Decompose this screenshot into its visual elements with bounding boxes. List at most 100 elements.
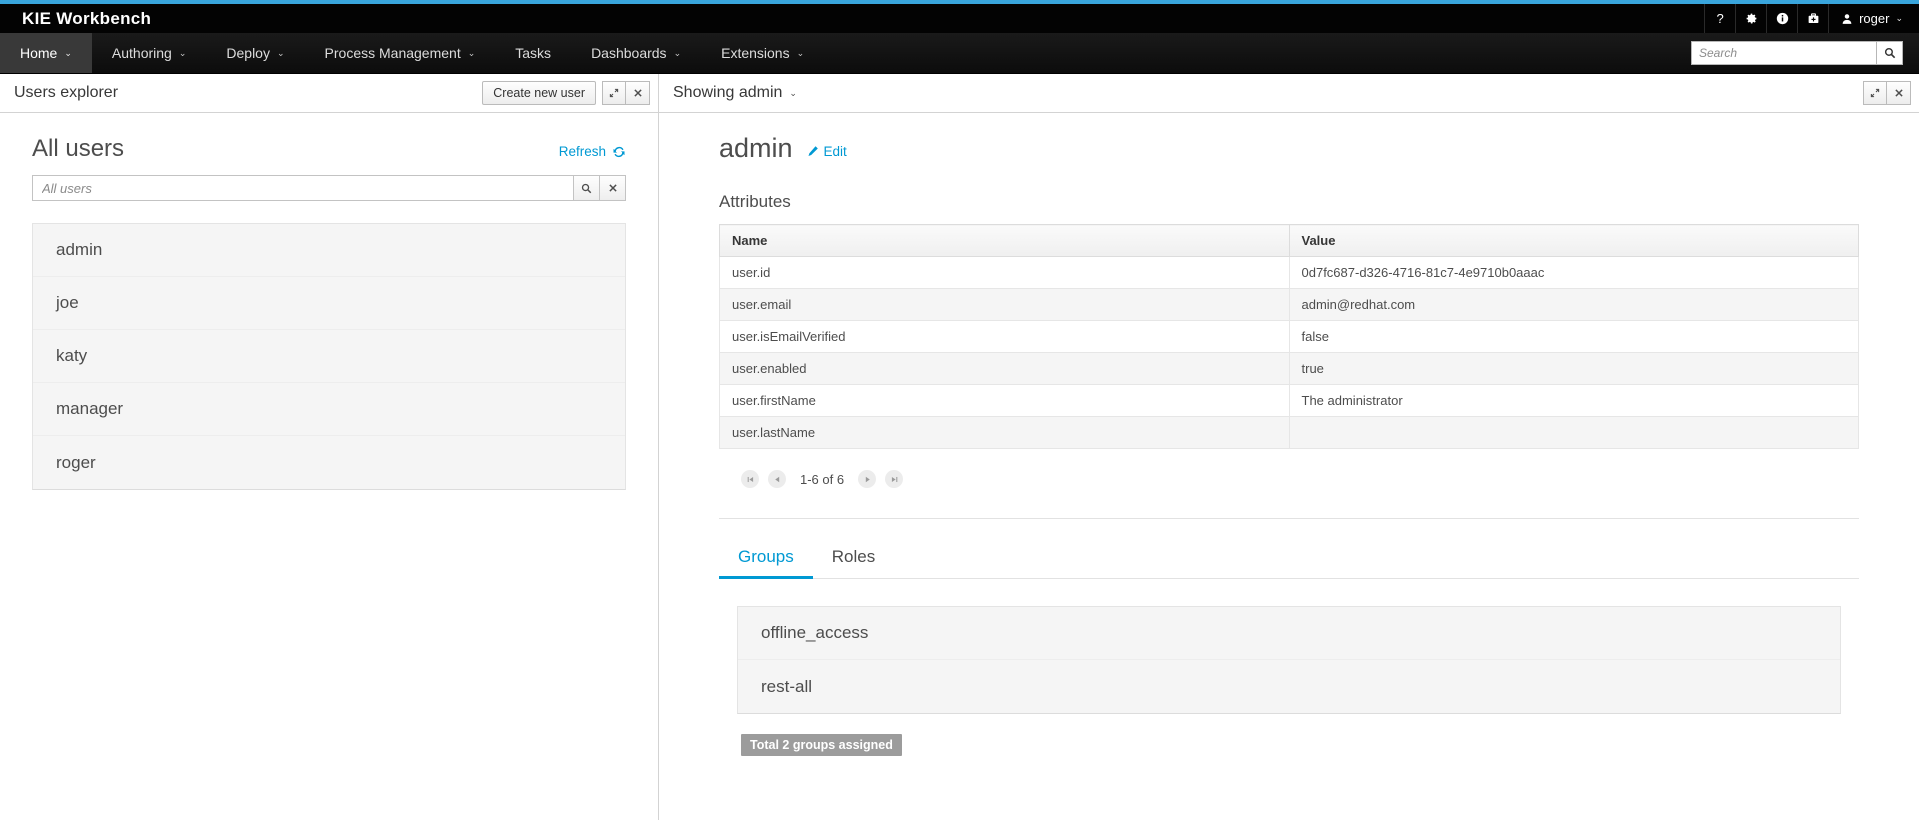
first-page-icon: [746, 475, 755, 484]
refresh-button[interactable]: Refresh: [559, 144, 626, 163]
refresh-icon: [612, 145, 626, 159]
user-name: roger: [56, 453, 96, 473]
tab-groups[interactable]: Groups: [719, 537, 813, 579]
global-search: [1691, 33, 1919, 73]
users-explorer-title: Users explorer: [14, 84, 118, 102]
users-filter-input[interactable]: [32, 175, 574, 201]
list-item[interactable]: katy: [33, 330, 625, 383]
users-filter-search-button[interactable]: [574, 175, 600, 201]
user-title-row: admin Edit: [719, 133, 1859, 164]
page-title: admin: [719, 133, 793, 164]
next-page-icon: [863, 475, 872, 484]
gear-icon[interactable]: [1735, 4, 1766, 33]
user-detail-body: admin Edit Attributes Name Value: [659, 113, 1919, 820]
pencil-icon: [807, 145, 819, 157]
nav-item-authoring-label: Authoring: [112, 45, 172, 61]
table-row: user.enabled true: [720, 353, 1859, 385]
attr-name: user.email: [720, 289, 1290, 321]
users-filter-clear-button[interactable]: [600, 175, 626, 201]
attributes-pagination: 1-6 of 6: [741, 470, 1859, 488]
pagination-next-button[interactable]: [858, 470, 876, 488]
kit-icon[interactable]: [1797, 4, 1828, 33]
close-icon[interactable]: [626, 81, 650, 105]
table-header-row: Name Value: [720, 225, 1859, 257]
maximize-icon-svg: [609, 88, 619, 98]
close-icon[interactable]: [1887, 81, 1911, 105]
nav-item-deploy-label: Deploy: [226, 45, 270, 61]
maximize-icon[interactable]: [1863, 81, 1887, 105]
pagination-last-button[interactable]: [885, 470, 903, 488]
chevron-down-icon: ⌄: [277, 48, 285, 59]
all-users-title: All users: [32, 135, 124, 163]
gear-icon-svg: [1745, 12, 1758, 25]
list-item[interactable]: offline_access: [738, 607, 1840, 660]
avatar-icon: [1841, 13, 1853, 25]
attr-name: user.isEmailVerified: [720, 321, 1290, 353]
detail-tabs: Groups Roles: [719, 537, 1859, 579]
nav-item-tasks[interactable]: Tasks: [495, 33, 571, 73]
user-detail-header-actions: [1863, 81, 1911, 105]
nav-item-dashboards[interactable]: Dashboards ⌄: [571, 33, 701, 73]
attr-value: 0d7fc687-d326-4716-81c7-4e9710b0aaac: [1289, 257, 1859, 289]
user-name: admin: [56, 240, 102, 260]
nav-item-process-management[interactable]: Process Management ⌄: [305, 33, 496, 73]
list-item[interactable]: joe: [33, 277, 625, 330]
help-icon[interactable]: ?: [1704, 4, 1735, 33]
close-icon: [608, 183, 618, 193]
attributes-section-title: Attributes: [719, 192, 1859, 212]
users-explorer-panel: Users explorer Create new user All users: [0, 74, 659, 820]
users-list: admin joe katy manager roger: [32, 223, 626, 490]
all-users-heading-row: All users Refresh: [32, 135, 626, 163]
groups-list: offline_access rest-all: [737, 606, 1841, 714]
edit-label: Edit: [824, 144, 847, 159]
attr-value: true: [1289, 353, 1859, 385]
attributes-table: Name Value user.id 0d7fc687-d326-4716-81…: [719, 224, 1859, 449]
attr-name: user.lastName: [720, 417, 1290, 449]
tab-groups-label: Groups: [738, 547, 794, 566]
table-row: user.id 0d7fc687-d326-4716-81c7-4e9710b0…: [720, 257, 1859, 289]
nav-item-deploy[interactable]: Deploy ⌄: [206, 33, 304, 73]
brand-bar: KIE Workbench ?: [0, 4, 1919, 33]
kit-icon-svg: [1807, 12, 1820, 25]
user-menu-label: roger: [1859, 11, 1889, 26]
list-item[interactable]: admin: [33, 224, 625, 277]
showing-user-label: Showing admin: [673, 84, 782, 102]
user-detail-header: Showing admin ⌄: [659, 74, 1919, 113]
close-icon-svg: [633, 88, 643, 98]
nav-item-dashboards-label: Dashboards: [591, 45, 667, 61]
list-item[interactable]: rest-all: [738, 660, 1840, 713]
nav-item-home[interactable]: Home ⌄: [0, 33, 92, 73]
attr-value: [1289, 417, 1859, 449]
nav-item-extensions-label: Extensions: [721, 45, 789, 61]
maximize-icon[interactable]: [602, 81, 626, 105]
pagination-prev-button[interactable]: [768, 470, 786, 488]
users-explorer-header-actions: Create new user: [482, 81, 650, 105]
attr-name: user.id: [720, 257, 1290, 289]
nav-item-process-management-label: Process Management: [325, 45, 461, 61]
showing-user-dropdown[interactable]: Showing admin ⌄: [673, 84, 797, 102]
search-icon: [581, 183, 592, 194]
nav-item-authoring[interactable]: Authoring ⌄: [92, 33, 206, 73]
chevron-down-icon: ⌄: [674, 48, 682, 59]
app-title: KIE Workbench: [0, 9, 151, 29]
users-explorer-body: All users Refresh: [0, 113, 658, 490]
section-divider: [719, 518, 1859, 519]
create-new-user-button[interactable]: Create new user: [482, 81, 596, 105]
table-row: user.email admin@redhat.com: [720, 289, 1859, 321]
info-icon-svg: [1776, 12, 1789, 25]
user-menu[interactable]: roger ⌄: [1828, 4, 1919, 33]
edit-user-button[interactable]: Edit: [807, 144, 847, 159]
global-search-button[interactable]: [1876, 41, 1903, 65]
pagination-first-button[interactable]: [741, 470, 759, 488]
list-item[interactable]: manager: [33, 383, 625, 436]
column-header-value: Value: [1289, 225, 1859, 257]
list-item[interactable]: roger: [33, 436, 625, 489]
chevron-down-icon: ⌄: [1895, 13, 1903, 24]
info-icon[interactable]: [1766, 4, 1797, 33]
nav-item-extensions[interactable]: Extensions ⌄: [701, 33, 824, 73]
users-explorer-header: Users explorer Create new user: [0, 74, 658, 113]
global-search-input[interactable]: [1691, 41, 1876, 65]
tab-roles[interactable]: Roles: [813, 537, 894, 579]
attr-value: admin@redhat.com: [1289, 289, 1859, 321]
attr-value: The administrator: [1289, 385, 1859, 417]
